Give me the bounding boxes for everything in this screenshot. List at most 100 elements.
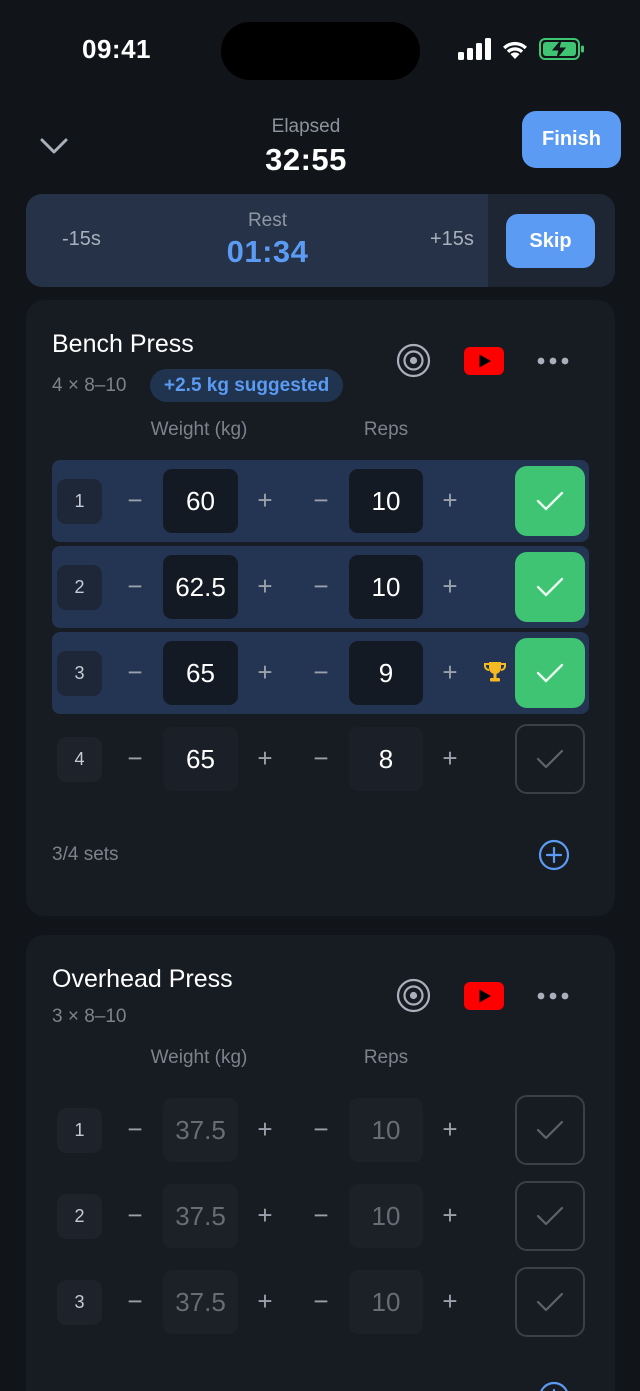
youtube-icon[interactable] xyxy=(464,982,504,1010)
decrease-reps-button[interactable]: − xyxy=(306,571,336,601)
set-row: 1 − 60 + − 10 + xyxy=(52,460,589,542)
rest-time: 01:34 xyxy=(226,234,309,269)
complete-set-button[interactable] xyxy=(515,724,585,794)
status-time: 09:41 xyxy=(82,34,151,64)
exercise-card: Overhead Press 3 × 8–10 Weight (kg) Reps… xyxy=(26,935,615,1391)
weight-input[interactable]: 62.5 xyxy=(163,555,238,619)
reps-input[interactable]: 9 xyxy=(349,641,423,705)
add-set-icon[interactable] xyxy=(538,1381,570,1391)
check-icon xyxy=(536,491,564,511)
increase-reps-button[interactable]: + xyxy=(435,1114,465,1144)
complete-set-button[interactable] xyxy=(515,552,585,622)
reps-input[interactable]: 10 xyxy=(349,1270,423,1334)
increase-reps-button[interactable]: + xyxy=(435,657,465,687)
set-row: 2 − 37.5 + − 10 + xyxy=(52,1175,589,1257)
rest-minus-15-button[interactable]: -15s xyxy=(62,228,101,251)
dynamic-island xyxy=(221,22,420,80)
target-icon[interactable] xyxy=(396,343,431,378)
increase-reps-button[interactable]: + xyxy=(435,485,465,515)
elapsed-time: 32:55 xyxy=(265,142,347,177)
status-bar: 09:41 xyxy=(0,0,640,100)
set-number: 3 xyxy=(57,1280,102,1325)
decrease-weight-button[interactable]: − xyxy=(120,571,150,601)
weight-input[interactable]: 60 xyxy=(163,469,238,533)
complete-set-button[interactable] xyxy=(515,638,585,708)
set-number: 2 xyxy=(57,565,102,610)
weight-input[interactable]: 65 xyxy=(163,727,238,791)
more-icon[interactable] xyxy=(536,356,570,366)
exercise-target-sets: 3 × 8–10 xyxy=(52,1006,127,1027)
increase-weight-button[interactable]: + xyxy=(250,743,280,773)
cellular-signal-icon xyxy=(458,38,491,60)
set-row: 3 − 65 + − 9 + xyxy=(52,632,589,714)
increase-reps-button[interactable]: + xyxy=(435,743,465,773)
rest-label: Rest xyxy=(247,210,288,231)
exercise-card: Bench Press 4 × 8–10 +2.5 kg suggested W… xyxy=(26,300,615,916)
youtube-icon[interactable] xyxy=(464,347,504,375)
add-set-icon[interactable] xyxy=(538,839,570,871)
increase-weight-button[interactable]: + xyxy=(250,571,280,601)
decrease-reps-button[interactable]: − xyxy=(306,743,336,773)
more-icon[interactable] xyxy=(536,991,570,1001)
reps-input[interactable]: 10 xyxy=(349,1184,423,1248)
decrease-reps-button[interactable]: − xyxy=(306,1200,336,1230)
complete-set-button[interactable] xyxy=(515,1181,585,1251)
decrease-reps-button[interactable]: − xyxy=(306,657,336,687)
reps-column-header: Reps xyxy=(363,419,409,440)
weight-input[interactable]: 37.5 xyxy=(163,1270,238,1334)
reps-input[interactable]: 8 xyxy=(349,727,423,791)
trophy-icon xyxy=(484,662,506,682)
check-icon xyxy=(536,1292,564,1312)
skip-rest-button[interactable]: Skip xyxy=(506,214,595,268)
set-number: 1 xyxy=(57,1108,102,1153)
set-row: 1 − 37.5 + − 10 + xyxy=(52,1089,589,1171)
wifi-icon xyxy=(503,41,527,59)
status-icons xyxy=(458,38,585,60)
rest-timer-bar: -15s Rest 01:34 +15s Skip xyxy=(26,194,615,287)
check-icon xyxy=(536,1120,564,1140)
increase-weight-button[interactable]: + xyxy=(250,657,280,687)
decrease-reps-button[interactable]: − xyxy=(306,1286,336,1316)
reps-input[interactable]: 10 xyxy=(349,555,423,619)
decrease-reps-button[interactable]: − xyxy=(306,485,336,515)
reps-input[interactable]: 10 xyxy=(349,469,423,533)
workout-screen: 09:41 Elapsed 32:55 Finish -15s Rest 01:… xyxy=(0,0,640,1391)
decrease-weight-button[interactable]: − xyxy=(120,743,150,773)
finish-button[interactable]: Finish xyxy=(522,111,621,168)
decrease-weight-button[interactable]: − xyxy=(120,485,150,515)
set-row: 3 − 37.5 + − 10 + xyxy=(52,1261,589,1343)
increase-reps-button[interactable]: + xyxy=(435,1286,465,1316)
decrease-reps-button[interactable]: − xyxy=(306,1114,336,1144)
suggestion-badge: +2.5 kg suggested xyxy=(150,369,344,402)
increase-reps-button[interactable]: + xyxy=(435,1200,465,1230)
decrease-weight-button[interactable]: − xyxy=(120,1114,150,1144)
elapsed-label: Elapsed xyxy=(271,116,341,137)
reps-input[interactable]: 10 xyxy=(349,1098,423,1162)
increase-weight-button[interactable]: + xyxy=(250,1200,280,1230)
complete-set-button[interactable] xyxy=(515,1095,585,1165)
target-icon[interactable] xyxy=(396,978,431,1013)
check-icon xyxy=(536,1206,564,1226)
set-number: 4 xyxy=(57,737,102,782)
increase-weight-button[interactable]: + xyxy=(250,485,280,515)
exercise-name: Bench Press xyxy=(52,330,194,358)
reps-column-header: Reps xyxy=(363,1047,409,1068)
sets-progress: 3/4 sets xyxy=(52,844,119,865)
exercise-name: Overhead Press xyxy=(52,965,233,993)
battery-charging-icon xyxy=(539,38,584,60)
increase-weight-button[interactable]: + xyxy=(250,1114,280,1144)
rest-plus-15-button[interactable]: +15s xyxy=(430,228,474,251)
increase-reps-button[interactable]: + xyxy=(435,571,465,601)
complete-set-button[interactable] xyxy=(515,1267,585,1337)
weight-input[interactable]: 37.5 xyxy=(163,1098,238,1162)
decrease-weight-button[interactable]: − xyxy=(120,1286,150,1316)
decrease-weight-button[interactable]: − xyxy=(120,657,150,687)
exercise-target-sets: 4 × 8–10 xyxy=(52,375,127,396)
weight-input[interactable]: 65 xyxy=(163,641,238,705)
weight-input[interactable]: 37.5 xyxy=(163,1184,238,1248)
increase-weight-button[interactable]: + xyxy=(250,1286,280,1316)
set-row: 2 − 62.5 + − 10 + xyxy=(52,546,589,628)
complete-set-button[interactable] xyxy=(515,466,585,536)
decrease-weight-button[interactable]: − xyxy=(120,1200,150,1230)
weight-column-header: Weight (kg) xyxy=(150,1047,248,1068)
